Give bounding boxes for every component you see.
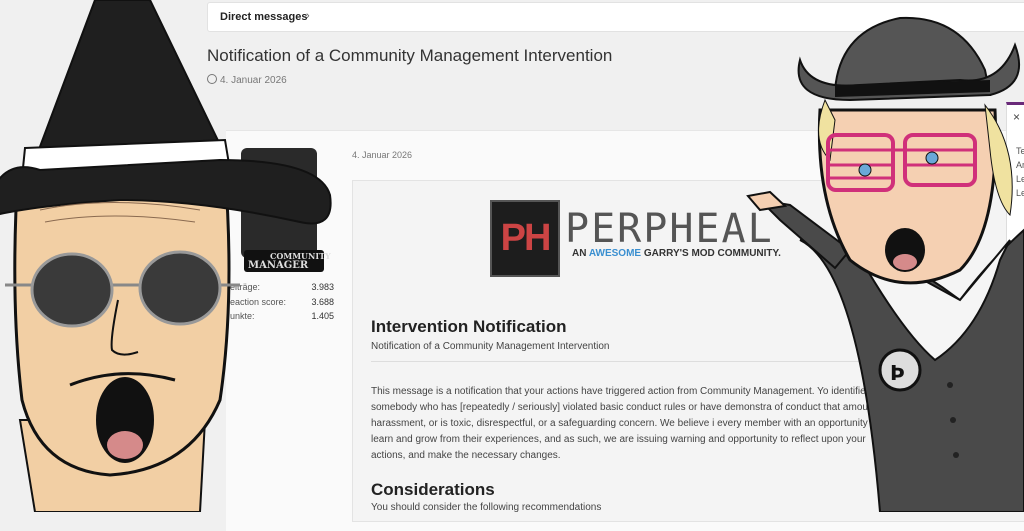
sunglasses-right-lens bbox=[138, 250, 222, 326]
sunglasses-left-lens bbox=[30, 252, 114, 328]
pointing-hand bbox=[746, 190, 788, 212]
wizard-hat-icon bbox=[33, 0, 227, 162]
right-character: Þ bbox=[746, 16, 1024, 512]
cartoon-overlay: Þ bbox=[0, 0, 1024, 512]
left-character bbox=[0, 0, 332, 512]
svg-text:Þ: Þ bbox=[890, 361, 905, 385]
